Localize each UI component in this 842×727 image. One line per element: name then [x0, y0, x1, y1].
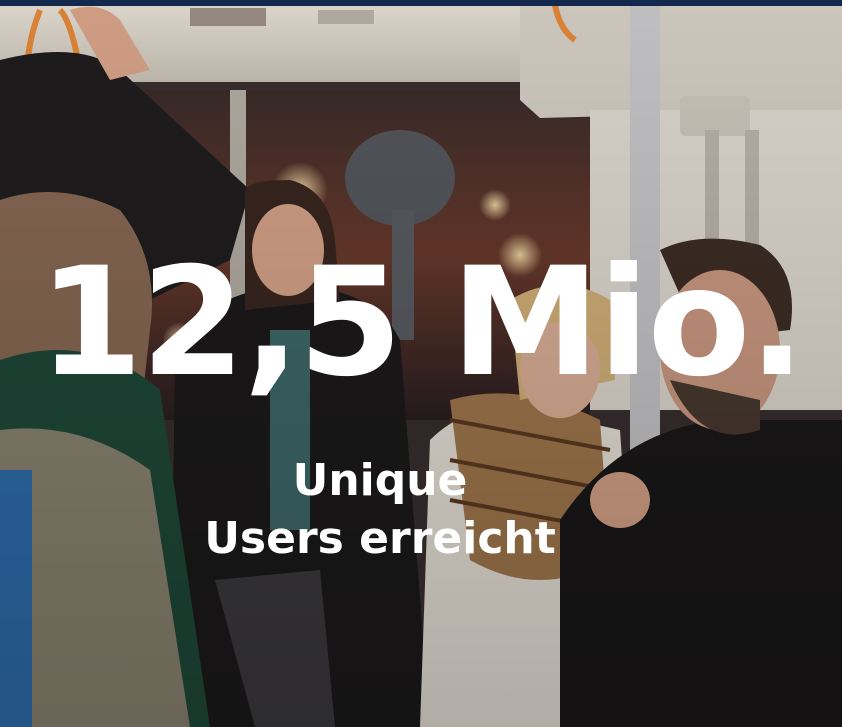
statistic-slide: 12,5 Mio. Unique Users erreicht [0, 0, 842, 727]
statistic-caption: Unique Users erreicht [150, 452, 610, 568]
caption-line-1: Unique [292, 455, 468, 506]
statistic-headline: 12,5 Mio. [38, 236, 805, 410]
caption-line-2: Users erreicht [204, 513, 556, 564]
top-accent-bar [0, 0, 842, 6]
